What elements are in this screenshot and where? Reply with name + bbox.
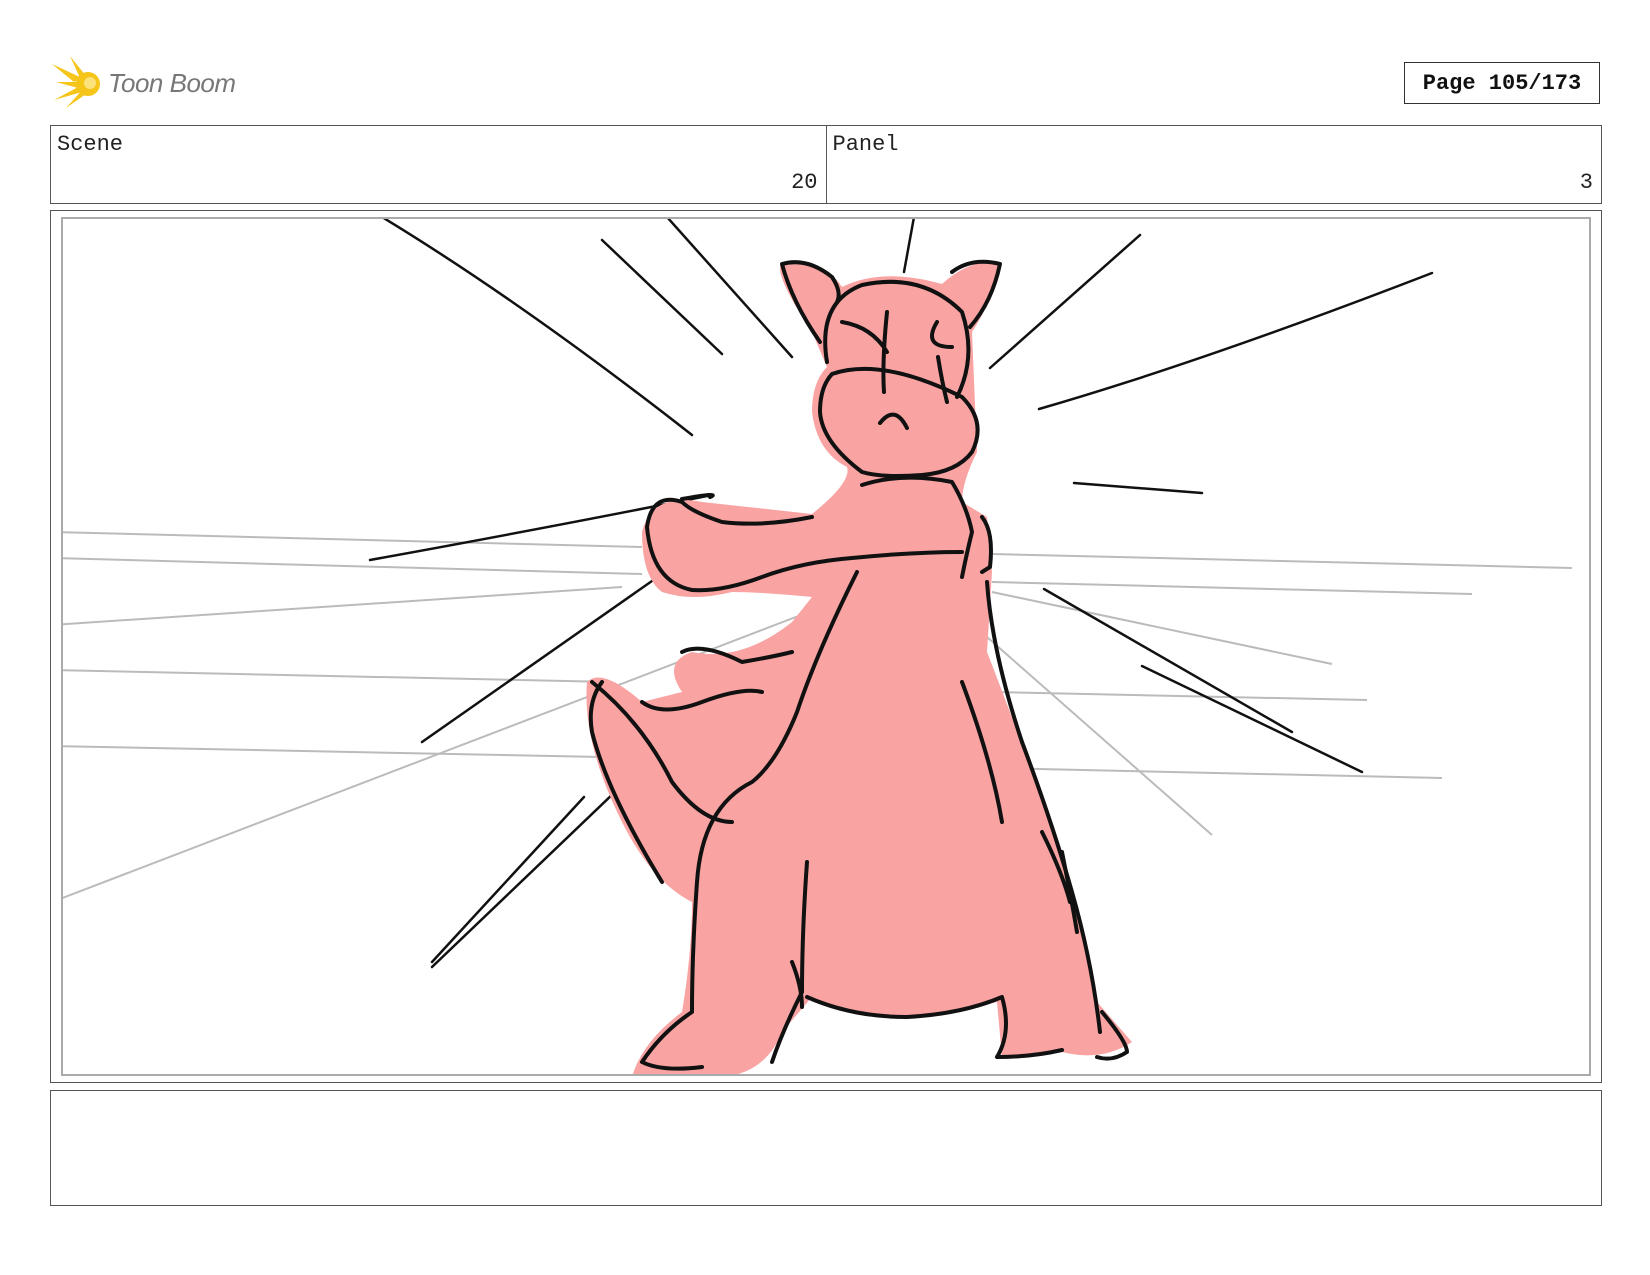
- page-indicator: Page 105/173: [1404, 62, 1600, 104]
- scene-number: 20: [791, 170, 818, 195]
- brand-name: Toon Boom: [108, 68, 236, 98]
- notes-box: [50, 1090, 1602, 1206]
- toon-boom-logo: Toon Boom: [52, 56, 252, 110]
- starburst-icon: [52, 56, 100, 108]
- panel-number: 3: [1579, 170, 1593, 195]
- panel-drawing: [61, 217, 1591, 1076]
- panel-label: Panel: [832, 132, 899, 157]
- panel-cell: Panel 3: [825, 126, 1602, 203]
- scene-label: Scene: [57, 132, 124, 157]
- character-sketch: [63, 219, 1573, 1074]
- scene-cell: Scene 20: [51, 126, 826, 203]
- storyboard-header: Scene 20 Panel 3: [50, 125, 1602, 204]
- character-fill: [586, 261, 1132, 1074]
